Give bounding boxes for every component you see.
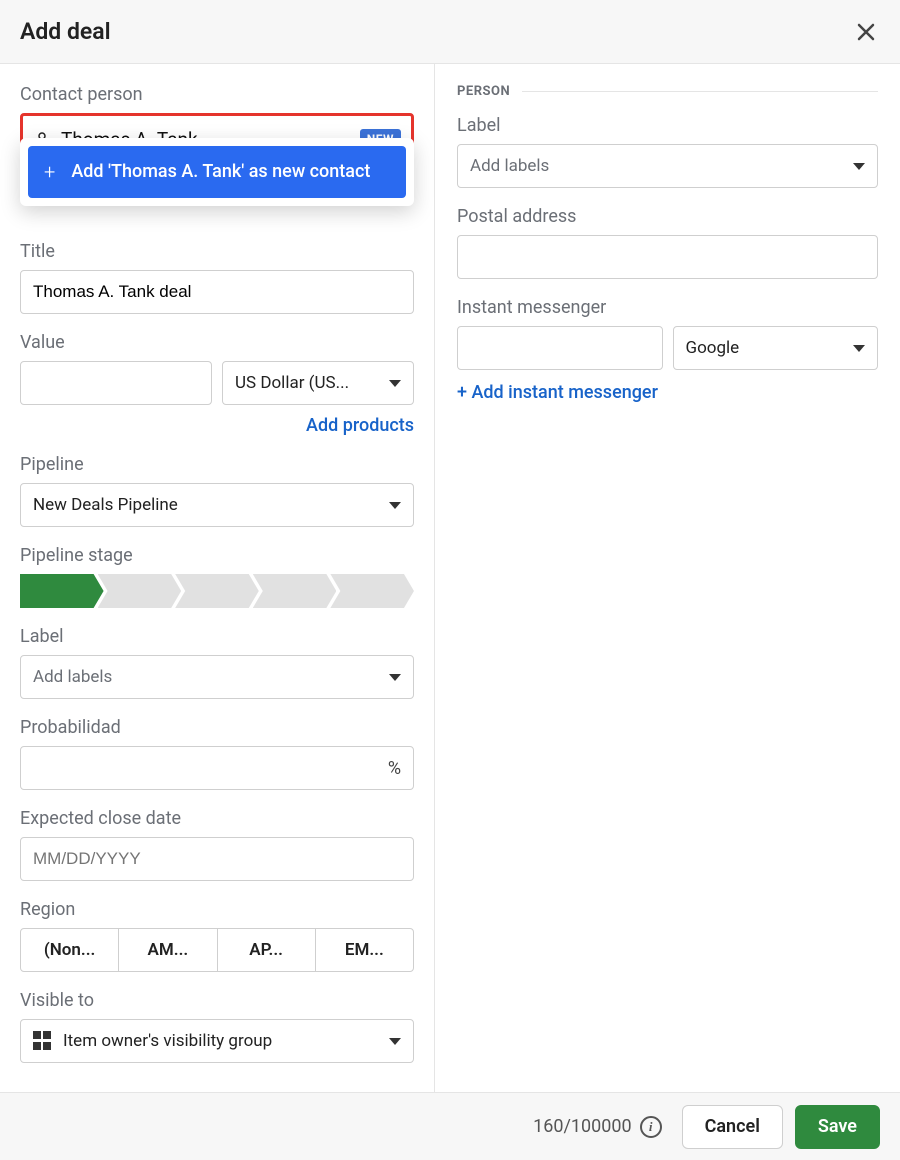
visibility-icon xyxy=(33,1031,53,1051)
probability-input[interactable]: % xyxy=(20,746,414,790)
chevron-down-icon xyxy=(853,163,865,170)
im-value-field[interactable] xyxy=(470,338,650,358)
region-option-am[interactable]: AM... xyxy=(118,928,217,972)
chevron-down-icon xyxy=(389,502,401,509)
deal-label-select[interactable]: Add labels xyxy=(20,655,414,699)
im-type-value: Google xyxy=(686,338,740,358)
currency-value: US Dollar (US... xyxy=(235,373,349,393)
info-icon[interactable]: i xyxy=(640,1116,662,1138)
pipeline-value: New Deals Pipeline xyxy=(33,495,178,515)
character-counter: 160/100000 i xyxy=(533,1116,661,1138)
deal-label-label: Label xyxy=(20,626,414,647)
pipeline-stage-selector[interactable] xyxy=(20,574,414,608)
value-label: Value xyxy=(20,332,414,353)
postal-address-field[interactable] xyxy=(470,247,865,267)
stage-3[interactable] xyxy=(175,574,259,608)
deal-label-placeholder: Add labels xyxy=(33,667,112,687)
title-input[interactable] xyxy=(20,270,414,314)
visible-to-value: Item owner's visibility group xyxy=(63,1031,272,1051)
currency-select[interactable]: US Dollar (US... xyxy=(222,361,414,405)
expected-close-field[interactable] xyxy=(33,849,401,869)
title-label: Title xyxy=(20,241,414,262)
stage-2[interactable] xyxy=(98,574,182,608)
close-icon[interactable] xyxy=(852,18,880,46)
add-new-contact-option[interactable]: + Add 'Thomas A. Tank' as new contact xyxy=(28,146,406,198)
postal-address-input[interactable] xyxy=(457,235,878,279)
contact-person-label: Contact person xyxy=(20,84,414,105)
visible-to-label: Visible to xyxy=(20,990,414,1011)
left-column: Contact person Thomas A. Tank NEW + Add … xyxy=(0,64,435,1092)
modal-title: Add deal xyxy=(20,18,111,45)
chevron-down-icon xyxy=(853,345,865,352)
stage-1[interactable] xyxy=(20,574,104,608)
save-button[interactable]: Save xyxy=(795,1105,880,1149)
add-contact-text: Add 'Thomas A. Tank' as new contact xyxy=(71,160,370,184)
value-input[interactable] xyxy=(20,361,212,405)
im-type-select[interactable]: Google xyxy=(673,326,879,370)
plus-icon: + xyxy=(44,160,55,184)
person-label-label: Label xyxy=(457,115,878,136)
pipeline-stage-label: Pipeline stage xyxy=(20,545,414,566)
region-selector: (Non... AM... AP... EM... xyxy=(20,928,414,972)
title-input-field[interactable] xyxy=(33,282,401,302)
value-input-field[interactable] xyxy=(33,373,199,393)
person-label-select[interactable]: Add labels xyxy=(457,144,878,188)
contact-suggestion-dropdown: + Add 'Thomas A. Tank' as new contact xyxy=(20,138,414,206)
cancel-button[interactable]: Cancel xyxy=(682,1105,783,1149)
modal-footer: 160/100000 i Cancel Save xyxy=(0,1092,900,1160)
person-section-title: PERSON xyxy=(457,84,510,99)
im-value-input[interactable] xyxy=(457,326,663,370)
pipeline-select[interactable]: New Deals Pipeline xyxy=(20,483,414,527)
probability-label: Probabilidad xyxy=(20,717,414,738)
probability-field[interactable] xyxy=(33,758,388,778)
chevron-down-icon xyxy=(389,1038,401,1045)
visible-to-select[interactable]: Item owner's visibility group xyxy=(20,1019,414,1063)
add-products-link[interactable]: Add products xyxy=(306,415,414,436)
region-option-ap[interactable]: AP... xyxy=(217,928,316,972)
chevron-down-icon xyxy=(389,674,401,681)
modal-header: Add deal xyxy=(0,0,900,64)
percent-suffix: % xyxy=(388,758,401,779)
region-option-em[interactable]: EM... xyxy=(315,928,414,972)
expected-close-label: Expected close date xyxy=(20,808,414,829)
stage-5[interactable] xyxy=(330,574,414,608)
chevron-down-icon xyxy=(389,380,401,387)
section-divider xyxy=(522,91,878,92)
region-option-none[interactable]: (Non... xyxy=(20,928,119,972)
stage-4[interactable] xyxy=(253,574,337,608)
region-label: Region xyxy=(20,899,414,920)
right-column: PERSON Label Add labels Postal address I… xyxy=(435,64,900,1092)
person-label-placeholder: Add labels xyxy=(470,156,549,176)
pipeline-label: Pipeline xyxy=(20,454,414,475)
postal-address-label: Postal address xyxy=(457,206,878,227)
expected-close-input[interactable] xyxy=(20,837,414,881)
instant-messenger-label: Instant messenger xyxy=(457,297,878,318)
add-instant-messenger-link[interactable]: + Add instant messenger xyxy=(457,382,658,403)
